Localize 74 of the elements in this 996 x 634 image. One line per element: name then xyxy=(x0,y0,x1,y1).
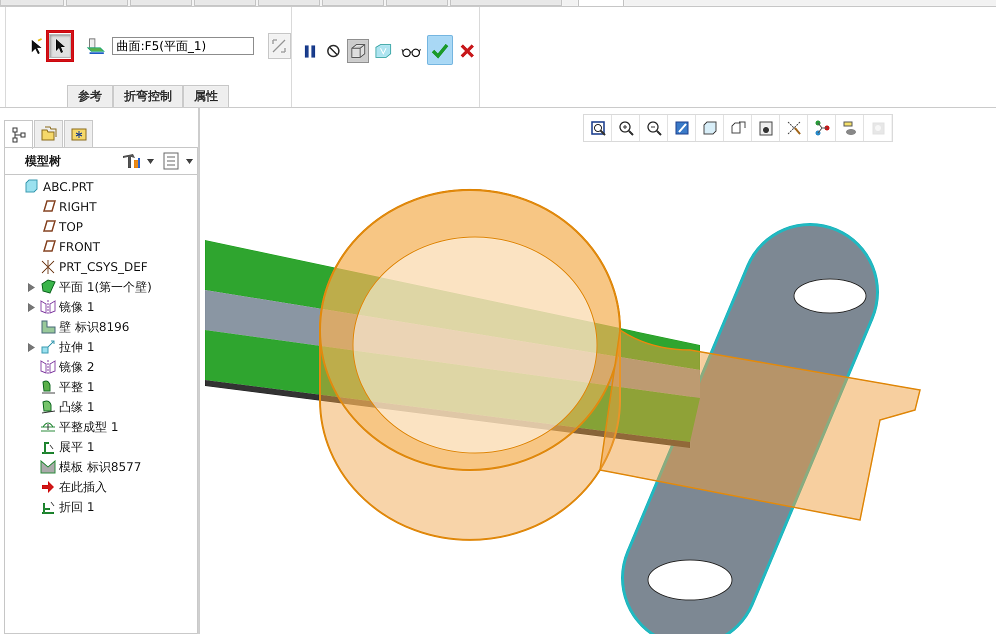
close-icon xyxy=(459,42,476,60)
csys-icon xyxy=(40,259,56,275)
stop-icon xyxy=(326,43,341,59)
tree-item[interactable]: 壁 标识8196 xyxy=(59,318,130,336)
tree-item[interactable]: ABC.PRT xyxy=(43,180,94,194)
spin-center-icon xyxy=(814,120,830,136)
tree-icon xyxy=(10,127,26,143)
flip-button[interactable] xyxy=(268,33,291,59)
tree-item[interactable]: 拉伸 1 xyxy=(59,338,94,356)
flange-icon xyxy=(40,399,56,415)
checkmark-icon xyxy=(430,41,450,59)
wall-icon xyxy=(40,319,56,335)
mirror-icon xyxy=(40,359,56,375)
template-icon xyxy=(40,459,56,475)
annotation-display-icon xyxy=(842,120,858,136)
preview-box-button[interactable] xyxy=(346,39,370,63)
dropdown-arrow-icon[interactable] xyxy=(186,158,193,164)
reference-field[interactable]: 曲面:F5(平面_1) xyxy=(112,37,254,55)
zoom-fit-icon xyxy=(590,120,606,136)
panel-tab[interactable] xyxy=(64,120,93,147)
insert-icon xyxy=(40,479,56,495)
tree-item[interactable]: 在此插入 xyxy=(59,478,107,496)
tree-item[interactable]: 镜像 1 xyxy=(59,298,94,316)
zoom-in-icon xyxy=(618,120,634,136)
tree-item[interactable]: 凸缘 1 xyxy=(59,398,94,416)
sub-tab[interactable]: 属性 xyxy=(183,85,229,107)
panel-title: 模型树 xyxy=(25,152,62,170)
cursor-icon xyxy=(30,36,42,56)
tree-item[interactable]: 平面 1(第一个壁) xyxy=(59,278,152,296)
bend-back-icon xyxy=(40,499,56,515)
zoom-out-icon xyxy=(646,120,662,136)
part-icon xyxy=(24,179,40,195)
tree-item[interactable]: FRONT xyxy=(59,240,100,254)
sub-tab[interactable]: 折弯控制 xyxy=(113,85,183,107)
surface-reference-icon xyxy=(86,36,106,56)
cursor-icon xyxy=(54,38,66,54)
display-style-icon xyxy=(702,120,718,136)
datum-plane-icon xyxy=(40,199,56,215)
datum-plane-icon xyxy=(40,219,56,235)
favorites-icon xyxy=(70,126,86,142)
simulation-icon xyxy=(870,120,886,136)
tree-item[interactable]: 平整成型 1 xyxy=(59,418,118,436)
repaint-icon xyxy=(674,120,690,136)
pause-icon xyxy=(303,42,317,60)
expand-arrow-icon[interactable] xyxy=(28,282,34,292)
unbend-icon xyxy=(40,439,56,455)
tree-item[interactable]: 展平 1 xyxy=(59,438,94,456)
select-button[interactable] xyxy=(49,34,72,58)
panel-tab[interactable] xyxy=(4,120,33,149)
sub-tab[interactable]: 参考 xyxy=(67,85,113,107)
view-manager-icon xyxy=(758,120,774,136)
tree-item[interactable]: 镜像 2 xyxy=(59,358,94,376)
arrows-icon xyxy=(270,37,288,55)
tools-icon xyxy=(121,152,141,170)
mirror-icon xyxy=(40,299,56,315)
tree-item[interactable]: 折回 1 xyxy=(59,498,94,516)
expand-arrow-icon[interactable] xyxy=(28,342,34,352)
surface-icon xyxy=(375,42,392,60)
tree-item[interactable]: 平整 1 xyxy=(59,378,94,396)
list-settings-icon xyxy=(162,152,180,170)
expand-arrow-icon[interactable] xyxy=(28,302,34,312)
folders-icon xyxy=(40,126,56,142)
box-icon xyxy=(350,42,366,60)
tree-item[interactable]: TOP xyxy=(59,220,84,234)
datum-plane-icon xyxy=(40,239,56,255)
datum-display-icon xyxy=(786,120,802,136)
extrude-icon xyxy=(40,339,56,355)
tree-item[interactable]: RIGHT xyxy=(59,200,97,214)
saved-views-icon xyxy=(730,120,746,136)
flatten-icon xyxy=(40,379,56,395)
dropdown-arrow-icon[interactable] xyxy=(147,158,154,164)
tree-item[interactable]: PRT_CSYS_DEF xyxy=(59,260,148,274)
tree-item[interactable]: 模板 标识8577 xyxy=(59,458,142,476)
flat-wall-icon xyxy=(40,279,56,295)
